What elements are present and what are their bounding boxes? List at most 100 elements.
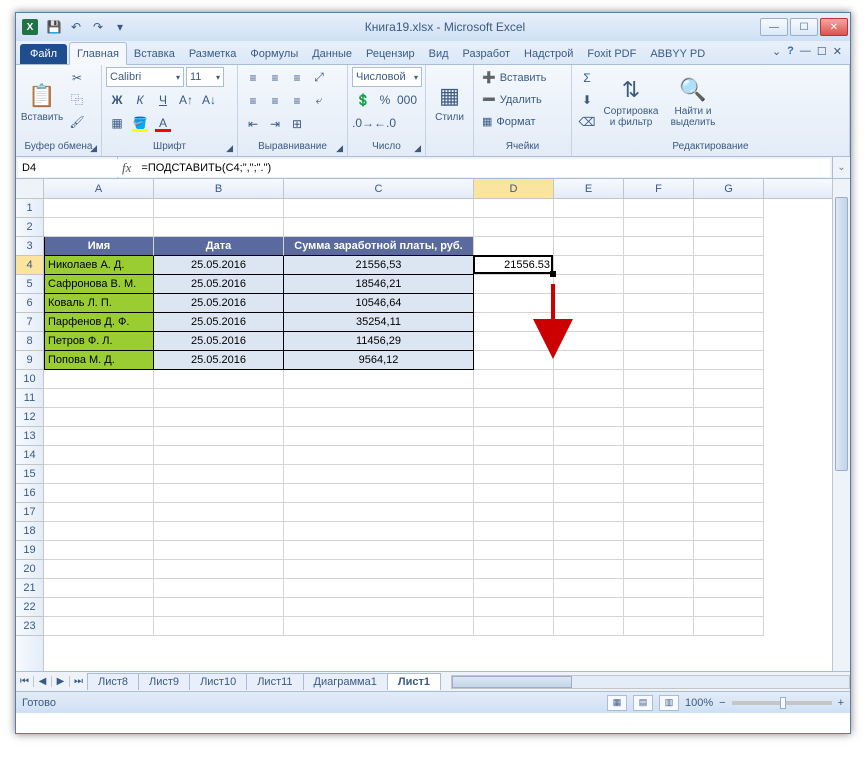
cell-A23[interactable] (44, 617, 154, 636)
doc-max-icon[interactable]: ☐ (817, 45, 827, 58)
increase-decimal-button[interactable]: .0→ (352, 112, 374, 133)
qat-redo[interactable]: ↷ (88, 17, 108, 37)
cell-D14[interactable] (474, 446, 554, 465)
font-color-button[interactable]: A (152, 112, 174, 133)
number-format-combo[interactable]: Числовой▾ (352, 67, 422, 87)
row-header-1[interactable]: 1 (16, 199, 43, 218)
cell-G2[interactable] (694, 218, 764, 237)
paste-button[interactable]: 📋 Вставить (20, 67, 64, 135)
cell-F14[interactable] (624, 446, 694, 465)
insert-cells-button[interactable]: ➕Вставить (478, 67, 550, 88)
cell-D23[interactable] (474, 617, 554, 636)
find-select-button[interactable]: 🔍 Найти и выделить (664, 67, 722, 135)
row-header-21[interactable]: 21 (16, 579, 43, 598)
cell-E17[interactable] (554, 503, 624, 522)
cell-E15[interactable] (554, 465, 624, 484)
zoom-in-button[interactable]: + (838, 697, 844, 709)
cell-B11[interactable] (154, 389, 284, 408)
copy-button[interactable]: ⿻ (66, 89, 88, 110)
pagebreak-view-button[interactable]: ▥ (659, 695, 679, 711)
cell-E9[interactable] (554, 351, 624, 370)
cell-A10[interactable] (44, 370, 154, 389)
font-size-combo[interactable]: 11▾ (186, 67, 224, 87)
cell-C22[interactable] (284, 598, 474, 617)
cell-A16[interactable] (44, 484, 154, 503)
tab-рецензир[interactable]: Рецензир (359, 43, 422, 64)
cell-B3[interactable]: Дата (154, 237, 284, 256)
fill-button[interactable]: ⬇ (576, 89, 598, 110)
cell-G16[interactable] (694, 484, 764, 503)
cell-B6[interactable]: 25.05.2016 (154, 294, 284, 313)
launcher-icon[interactable]: ◢ (414, 143, 421, 154)
row-header-22[interactable]: 22 (16, 598, 43, 617)
cell-G17[interactable] (694, 503, 764, 522)
horizontal-scrollbar[interactable] (451, 674, 850, 690)
cell-B16[interactable] (154, 484, 284, 503)
zoom-slider[interactable] (732, 701, 832, 705)
cell-F16[interactable] (624, 484, 694, 503)
row-header-9[interactable]: 9 (16, 351, 43, 370)
cell-G11[interactable] (694, 389, 764, 408)
cell-F1[interactable] (624, 199, 694, 218)
cell-F11[interactable] (624, 389, 694, 408)
tab-file[interactable]: Файл (20, 44, 67, 64)
cell-C11[interactable] (284, 389, 474, 408)
col-header-A[interactable]: A (44, 179, 154, 198)
fx-icon[interactable]: fx (122, 160, 131, 176)
cell-G14[interactable] (694, 446, 764, 465)
doc-close-icon[interactable]: ✕ (833, 45, 842, 58)
cell-C2[interactable] (284, 218, 474, 237)
cell-D15[interactable] (474, 465, 554, 484)
tab-данные[interactable]: Данные (305, 43, 359, 64)
cell-B8[interactable]: 25.05.2016 (154, 332, 284, 351)
cell-C3[interactable]: Сумма заработной платы, руб. (284, 237, 474, 256)
cell-G7[interactable] (694, 313, 764, 332)
sheet-tab-Лист10[interactable]: Лист10 (189, 673, 247, 690)
row-header-20[interactable]: 20 (16, 560, 43, 579)
cell-F12[interactable] (624, 408, 694, 427)
cell-D16[interactable] (474, 484, 554, 503)
cell-G20[interactable] (694, 560, 764, 579)
cell-F18[interactable] (624, 522, 694, 541)
tab-разметка[interactable]: Разметка (182, 43, 244, 64)
cell-G18[interactable] (694, 522, 764, 541)
cell-C13[interactable] (284, 427, 474, 446)
cell-D6[interactable] (474, 294, 554, 313)
cell-C9[interactable]: 9564,12 (284, 351, 474, 370)
cell-C18[interactable] (284, 522, 474, 541)
col-header-E[interactable]: E (554, 179, 624, 198)
cell-G21[interactable] (694, 579, 764, 598)
cell-C23[interactable] (284, 617, 474, 636)
row-header-5[interactable]: 5 (16, 275, 43, 294)
cell-F15[interactable] (624, 465, 694, 484)
cell-E22[interactable] (554, 598, 624, 617)
cell-G1[interactable] (694, 199, 764, 218)
cell-G10[interactable] (694, 370, 764, 389)
align-center-button[interactable]: ≡ (264, 90, 286, 111)
cell-B20[interactable] (154, 560, 284, 579)
cell-D1[interactable] (474, 199, 554, 218)
cell-E12[interactable] (554, 408, 624, 427)
cell-E18[interactable] (554, 522, 624, 541)
sheet-tab-Лист8[interactable]: Лист8 (87, 673, 139, 690)
cell-F9[interactable] (624, 351, 694, 370)
maximize-button[interactable]: ☐ (790, 18, 818, 36)
cell-A3[interactable]: Имя (44, 237, 154, 256)
cell-C21[interactable] (284, 579, 474, 598)
percent-button[interactable]: % (374, 89, 396, 110)
close-button[interactable]: ✕ (820, 18, 848, 36)
cell-C14[interactable] (284, 446, 474, 465)
fill-color-button[interactable]: 🪣 (129, 112, 151, 133)
cell-B23[interactable] (154, 617, 284, 636)
cell-A19[interactable] (44, 541, 154, 560)
cell-D22[interactable] (474, 598, 554, 617)
align-bot-button[interactable]: ≡ (286, 67, 308, 88)
cut-button[interactable]: ✂ (66, 67, 88, 88)
cell-E19[interactable] (554, 541, 624, 560)
cell-C8[interactable]: 11456,29 (284, 332, 474, 351)
cell-G23[interactable] (694, 617, 764, 636)
sheet-tab-Лист9[interactable]: Лист9 (138, 673, 190, 690)
row-header-2[interactable]: 2 (16, 218, 43, 237)
orientation-button[interactable]: ⤢ (308, 67, 330, 88)
align-top-button[interactable]: ≡ (242, 67, 264, 88)
